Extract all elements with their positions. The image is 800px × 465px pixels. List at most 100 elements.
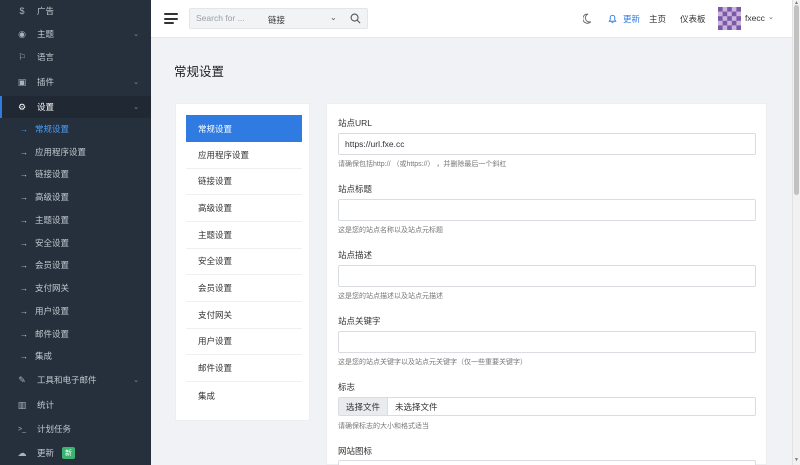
- settings-tab-advanced[interactable]: 高级设置: [186, 195, 302, 222]
- eye-icon: ◉: [18, 28, 26, 39]
- chevron-down-icon: ⌄: [133, 377, 139, 384]
- site-url-input[interactable]: [338, 133, 756, 155]
- search-box: 链接 ⌄: [189, 8, 368, 29]
- arrow-right-icon: →: [20, 169, 28, 179]
- settings-nav: 常规设置 应用程序设置 链接设置 高级设置 主题设置 安全设置 会员设置 支付网…: [175, 103, 310, 421]
- sidebar-item-tools[interactable]: ✎ 工具和电子邮件 ⌄: [0, 369, 151, 391]
- sidebar-subitem-advanced[interactable]: → 高级设置: [0, 186, 151, 208]
- settings-tab-app[interactable]: 应用程序设置: [186, 142, 302, 169]
- favicon-label: 网站图标: [338, 446, 373, 456]
- arrow-right-icon: →: [20, 238, 28, 248]
- sidebar-subitem-general[interactable]: → 常规设置: [0, 118, 151, 140]
- logo-choose-file-button[interactable]: 选择文件: [339, 398, 389, 415]
- sidebar-subitem-label: 安全设置: [35, 238, 70, 248]
- site-title-help: 这是您的站点名称以及站点元标题: [338, 227, 443, 234]
- arrow-right-icon: →: [20, 147, 28, 157]
- chevron-down-icon[interactable]: ⌄: [330, 13, 337, 22]
- sidebar-item-update[interactable]: ☁ 更新 新: [0, 442, 151, 464]
- search-icon[interactable]: [350, 13, 361, 24]
- sidebar-subitem-label: 邮件设置: [35, 329, 70, 339]
- sidebar-item-label: 主题: [37, 29, 55, 39]
- page-title: 常规设置: [174, 65, 225, 79]
- scroll-down-icon[interactable]: ▼: [794, 457, 799, 463]
- sidebar-subitem-links[interactable]: → 链接设置: [0, 163, 151, 185]
- logo-file-input[interactable]: 选择文件 未选择文件: [338, 397, 756, 416]
- site-keywords-input[interactable]: [338, 331, 756, 353]
- topbar: 链接 ⌄ 更新 主页 仪表板 fxecc ⌄: [151, 0, 792, 38]
- sidebar-subitem-label: 会员设置: [35, 260, 70, 270]
- page-scrollbar[interactable]: ▲ ▼: [792, 0, 800, 465]
- sidebar-item-ads[interactable]: $ 广告: [0, 0, 151, 22]
- site-title-input[interactable]: [338, 199, 756, 221]
- settings-tab-links[interactable]: 链接设置: [186, 168, 302, 195]
- sidebar-subitem-label: 用户设置: [35, 306, 70, 316]
- settings-tab-membership[interactable]: 会员设置: [186, 275, 302, 302]
- site-desc-input[interactable]: [338, 265, 756, 287]
- sidebar-subitem-label: 应用程序设置: [35, 147, 87, 157]
- sidebar-item-languages[interactable]: ⚐ 语言: [0, 46, 151, 68]
- moon-icon[interactable]: [583, 13, 594, 24]
- sidebar-item-label: 工具和电子邮件: [37, 375, 97, 385]
- arrow-right-icon: →: [20, 260, 28, 270]
- site-desc-help: 这是您的站点描述以及站点元描述: [338, 293, 443, 300]
- sidebar-subitem-label: 支付网关: [35, 283, 70, 293]
- settings-tab-payment[interactable]: 支付网关: [186, 302, 302, 329]
- bell-icon[interactable]: [607, 13, 618, 24]
- logo-label: 标志: [338, 382, 356, 392]
- chevron-down-icon: ⌄: [133, 31, 139, 38]
- arrow-right-icon: →: [20, 306, 28, 316]
- scroll-thumb[interactable]: [794, 5, 799, 195]
- sidebar-subitem-app[interactable]: → 应用程序设置: [0, 141, 151, 163]
- sidebar-subitem-security[interactable]: → 安全设置: [0, 232, 151, 254]
- logo-file-status: 未选择文件: [395, 401, 438, 412]
- sidebar-item-settings[interactable]: ⚙ 设置 ⌄: [0, 96, 151, 118]
- sidebar-item-label: 更新: [37, 448, 55, 458]
- sidebar-item-cron[interactable]: >_ 计划任务: [0, 418, 151, 440]
- chevron-down-icon: ⌄: [133, 79, 139, 86]
- settings-tab-mail[interactable]: 邮件设置: [186, 355, 302, 382]
- avatar[interactable]: [718, 7, 741, 30]
- site-url-help: 请确保包括http:// （或https://） ，并删除最后一个斜杠: [338, 161, 507, 168]
- hamburger-menu-icon[interactable]: [164, 13, 178, 24]
- settings-tab-general[interactable]: 常规设置: [186, 115, 302, 142]
- sidebar-subitem-label: 集成: [35, 351, 53, 361]
- sidebar-subitem-membership[interactable]: → 会员设置: [0, 254, 151, 276]
- site-keywords-label: 站点关键字: [338, 316, 381, 326]
- sidebar: $ 广告 ◉ 主题 ⌄ ⚐ 语言 ▣ 插件 ⌄ ⚙ 设置 ⌄ → 常规设置 → …: [0, 0, 151, 465]
- arrow-right-icon: →: [20, 192, 28, 202]
- sidebar-item-label: 计划任务: [37, 424, 72, 434]
- site-keywords-help: 这是您的站点关键字以及站点元关键字（仅一些重要关键字）: [338, 359, 527, 366]
- sidebar-item-label: 广告: [37, 6, 55, 16]
- sidebar-item-stats[interactable]: ▥ 统计: [0, 394, 151, 416]
- sidebar-item-plugins[interactable]: ▣ 插件 ⌄: [0, 71, 151, 93]
- username[interactable]: fxecc: [745, 13, 765, 23]
- favicon-file-input[interactable]: [338, 460, 756, 465]
- wrench-icon: ✎: [18, 374, 26, 385]
- dollar-icon: $: [19, 6, 25, 16]
- gear-icon: ⚙: [17, 101, 27, 112]
- puzzle-icon: ▣: [17, 76, 27, 87]
- search-scope-select[interactable]: 链接: [268, 14, 285, 26]
- settings-tab-integration[interactable]: 集成: [186, 382, 302, 409]
- settings-tab-theme[interactable]: 主题设置: [186, 222, 302, 249]
- new-badge: 新: [62, 447, 76, 459]
- dashboard-link[interactable]: 仪表板: [680, 13, 706, 25]
- sidebar-subitem-label: 主题设置: [35, 215, 70, 225]
- sidebar-subitem-users[interactable]: → 用户设置: [0, 300, 151, 322]
- sidebar-subitem-label: 链接设置: [35, 169, 70, 179]
- settings-tab-security[interactable]: 安全设置: [186, 248, 302, 275]
- search-input[interactable]: [196, 13, 256, 23]
- settings-tab-users[interactable]: 用户设置: [186, 328, 302, 355]
- update-link[interactable]: 更新: [623, 13, 640, 25]
- chevron-down-icon[interactable]: ⌄: [768, 13, 774, 21]
- sidebar-item-themes[interactable]: ◉ 主题 ⌄: [0, 23, 151, 45]
- sidebar-item-label: 语言: [37, 52, 55, 62]
- site-title-label: 站点标题: [338, 184, 373, 194]
- sidebar-subitem-integration[interactable]: → 集成: [0, 345, 151, 367]
- chevron-down-icon: ⌄: [133, 104, 139, 111]
- site-desc-label: 站点描述: [338, 250, 373, 260]
- sidebar-subitem-payment[interactable]: → 支付网关: [0, 277, 151, 299]
- home-link[interactable]: 主页: [649, 13, 666, 25]
- sidebar-subitem-mail[interactable]: → 邮件设置: [0, 323, 151, 345]
- sidebar-subitem-theme[interactable]: → 主题设置: [0, 209, 151, 231]
